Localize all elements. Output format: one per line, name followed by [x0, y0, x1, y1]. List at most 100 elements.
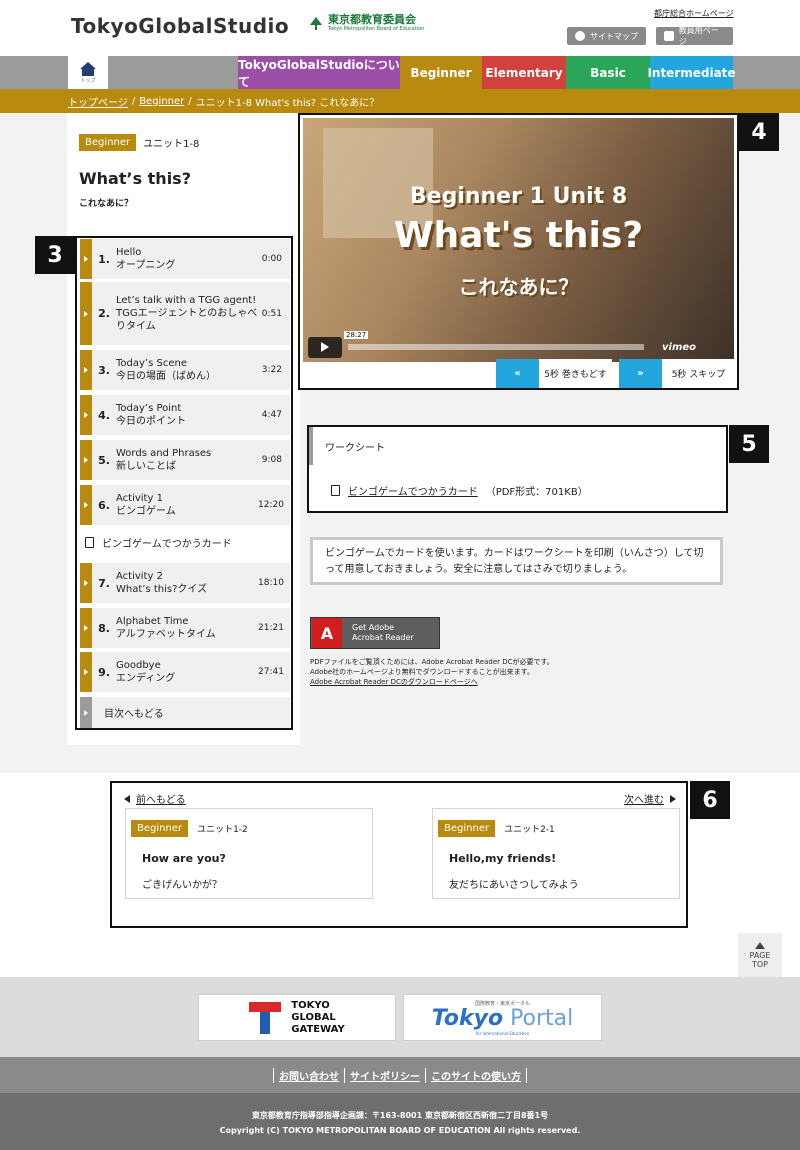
chapter-item[interactable]: 8. Alphabet Time アルファベットタイム 21:21 — [80, 608, 290, 648]
chapter-item[interactable]: 1. Hello オープニング 0:00 — [80, 239, 290, 279]
vimeo-logo[interactable]: vimeo — [662, 342, 696, 353]
video-player[interactable]: Beginner 1 Unit 8 What's this? これなあに？ 28… — [303, 118, 734, 362]
unit-pager: 前へもどる 次へ進む Beginner ユニット1-2 How are you?… — [110, 781, 688, 928]
worksheet-note: ビンゴゲームでカードを使います。カードはワークシートを印刷（いんさつ）して切って… — [310, 537, 723, 585]
tgg-logo-icon — [249, 1001, 282, 1034]
tab-elementary[interactable]: Elementary — [482, 56, 566, 89]
board-name: 東京都教育委員会 — [328, 13, 416, 26]
arrow-up-icon — [755, 941, 765, 949]
breadcrumb: トップページ / Beginner / ユニット1-8 What's this?… — [0, 89, 800, 113]
how-to-use-link[interactable]: このサイトの使い方 — [425, 1067, 527, 1083]
site-logo[interactable]: TokyoGlobalStudio — [71, 14, 289, 38]
video-duration: 28:27 — [344, 331, 369, 339]
rewind-5s-button[interactable]: « 5秒 巻きもどす — [496, 359, 612, 388]
breadcrumb-top[interactable]: トップページ — [68, 94, 128, 109]
play-arrow-icon — [84, 502, 88, 508]
play-button[interactable] — [308, 336, 342, 358]
tab-beginner[interactable]: Beginner — [400, 56, 482, 89]
arrow-right-icon — [670, 794, 676, 803]
footer-banners: TOKYO GLOBAL GATEWAY 国際教育・東京ポータル Tokyo P… — [0, 977, 800, 1057]
video-title-line2: What's this? — [393, 215, 644, 256]
page-top-button[interactable]: PAGE TOP — [738, 933, 782, 977]
play-arrow-icon — [84, 412, 88, 418]
site-header: TokyoGlobalStudio 東京都教育委員会 Tokyo Metropo… — [0, 0, 800, 56]
ginkgo-icon — [310, 17, 322, 30]
video-progress-bar[interactable]: 28:27 — [344, 331, 644, 350]
contact-link[interactable]: お問い合わせ — [273, 1067, 344, 1083]
briefcase-icon — [664, 31, 674, 41]
play-arrow-icon — [84, 367, 88, 373]
teacher-label: 教員用ページ — [678, 26, 719, 46]
play-arrow-icon — [84, 256, 88, 262]
back-to-index-button[interactable]: 目次へもどる — [80, 697, 290, 728]
next-unit-card[interactable]: Beginner ユニット2-1 Hello,my friends! 友だちにあ… — [432, 808, 680, 899]
teacher-page-button[interactable]: 教員用ページ — [656, 26, 733, 46]
video-section: Beginner 1 Unit 8 What's this? これなあに？ 28… — [298, 113, 739, 390]
tab-intermediate[interactable]: Intermediate — [647, 56, 736, 89]
video-title-line1: Beginner 1 Unit 8 — [409, 184, 628, 209]
copyright-text: Copyright (C) TOKYO METROPOLITAN BOARD O… — [219, 1126, 581, 1135]
rewind-icon: « — [496, 359, 539, 388]
fast-forward-icon: » — [619, 359, 662, 388]
footer-address: 東京都教育庁指導部指導企画課：〒163-8001 東京都新宿区西新宿二丁目8番1… — [251, 1111, 549, 1120]
play-arrow-icon — [84, 310, 88, 317]
worksheet-pdf-link[interactable]: ビンゴゲームでつかうカード — [348, 483, 478, 498]
prev-unit-card[interactable]: Beginner ユニット1-2 How are you? ごきげんいかが？ — [125, 808, 373, 899]
chapter-item[interactable]: 3. Today’s Scene 今日の場面（ばめん） 3:22 — [80, 350, 290, 390]
unit-number: ユニット1-8 — [143, 139, 200, 150]
unit-title: What’s this? — [79, 169, 191, 188]
site-policy-link[interactable]: サイトポリシー — [344, 1067, 425, 1083]
play-arrow-icon — [84, 580, 88, 586]
footer-links: お問い合わせ サイトポリシー このサイトの使い方 — [0, 1057, 800, 1093]
sitemap-button[interactable]: サイトマップ — [567, 27, 646, 45]
video-controls: 28:27 vimeo — [308, 331, 729, 358]
tgg-banner[interactable]: TOKYO GLOBAL GATEWAY — [198, 994, 396, 1041]
breadcrumb-current: ユニット1-8 What's this? これなあに？ — [195, 97, 380, 109]
chapter-item[interactable]: 4. Today’s Point 今日のポイント 4:47 — [80, 395, 290, 435]
marker-5: 5 — [729, 425, 769, 463]
tab-about[interactable]: TokyoGlobalStudioについて — [238, 56, 400, 89]
worksheet-format: （PDF形式：701KB） — [485, 487, 588, 498]
chapter-item[interactable]: 9. Goodbye エンディング 27:41 — [80, 652, 290, 692]
next-unit-link[interactable]: 次へ進む — [624, 791, 676, 806]
globe-icon — [575, 31, 585, 41]
sitemap-label: サイトマップ — [590, 31, 638, 41]
marker-3: 3 — [35, 236, 75, 274]
home-icon — [80, 61, 96, 69]
board-logo[interactable]: 東京都教育委員会 Tokyo Metropolitan Board of Edu… — [308, 14, 424, 32]
home-label: トップ — [80, 77, 96, 84]
play-arrow-icon — [84, 669, 88, 675]
pdf-note: PDFファイルをご覧頂くためには、Adobe Acrobat Reader DC… — [310, 657, 610, 687]
unit-subtitle: これなあに？ — [79, 199, 134, 209]
clipboard-icon — [331, 485, 340, 496]
acrobat-icon: A — [312, 618, 342, 648]
marker-4: 4 — [739, 113, 779, 151]
level-badge: Beginner — [79, 134, 137, 151]
get-adobe-reader-button[interactable]: A Get Adobe Acrobat Reader — [310, 617, 440, 649]
chapter-list: 1. Hello オープニング 0:00 2. Let’s talk with a… — [75, 236, 293, 730]
skip-5s-button[interactable]: » 5秒 スキップ — [619, 359, 735, 388]
gov-homepage-link[interactable]: 都庁総合ホームページ — [654, 8, 734, 19]
main-nav: トップ TokyoGlobalStudioについて Beginner Eleme… — [0, 56, 800, 89]
breadcrumb-beginner[interactable]: Beginner — [139, 96, 184, 107]
video-title-line3: これなあに？ — [458, 275, 579, 299]
chapter-item[interactable]: 5. Words and Phrases 新しいことば 9:08 — [80, 440, 290, 480]
adobe-download-link[interactable]: Adobe Acrobat Reader DCのダウンロードページへ — [310, 677, 610, 687]
tokyo-portal-banner[interactable]: 国際教育・東京ポータル Tokyo Portal for Internation… — [403, 994, 602, 1041]
chapter-worksheet-link[interactable]: ビンゴゲームでつかうカード — [85, 535, 232, 550]
worksheet-heading: ワークシート — [309, 427, 726, 465]
play-arrow-icon — [84, 625, 88, 631]
home-button[interactable]: トップ — [68, 56, 108, 89]
arrow-icon — [84, 709, 88, 716]
prev-unit-link[interactable]: 前へもどる — [124, 791, 186, 806]
chapter-item[interactable]: 7. Activity 2 What’s this?クイズ 18:10 — [80, 563, 290, 603]
chapter-item[interactable]: 2. Let’s talk with a TGG agent! TGGエージェント… — [80, 282, 290, 345]
clipboard-icon — [85, 537, 94, 548]
tab-basic[interactable]: Basic — [566, 56, 650, 89]
footer-copyright: 東京都教育庁指導部指導企画課：〒163-8001 東京都新宿区西新宿二丁目8番1… — [0, 1093, 800, 1150]
chapter-item[interactable]: 6. Activity 1 ビンゴゲーム 12:20 — [80, 485, 290, 525]
play-arrow-icon — [84, 457, 88, 463]
arrow-left-icon — [124, 794, 130, 803]
marker-6: 6 — [690, 781, 730, 819]
board-sub: Tokyo Metropolitan Board of Education — [328, 26, 425, 32]
